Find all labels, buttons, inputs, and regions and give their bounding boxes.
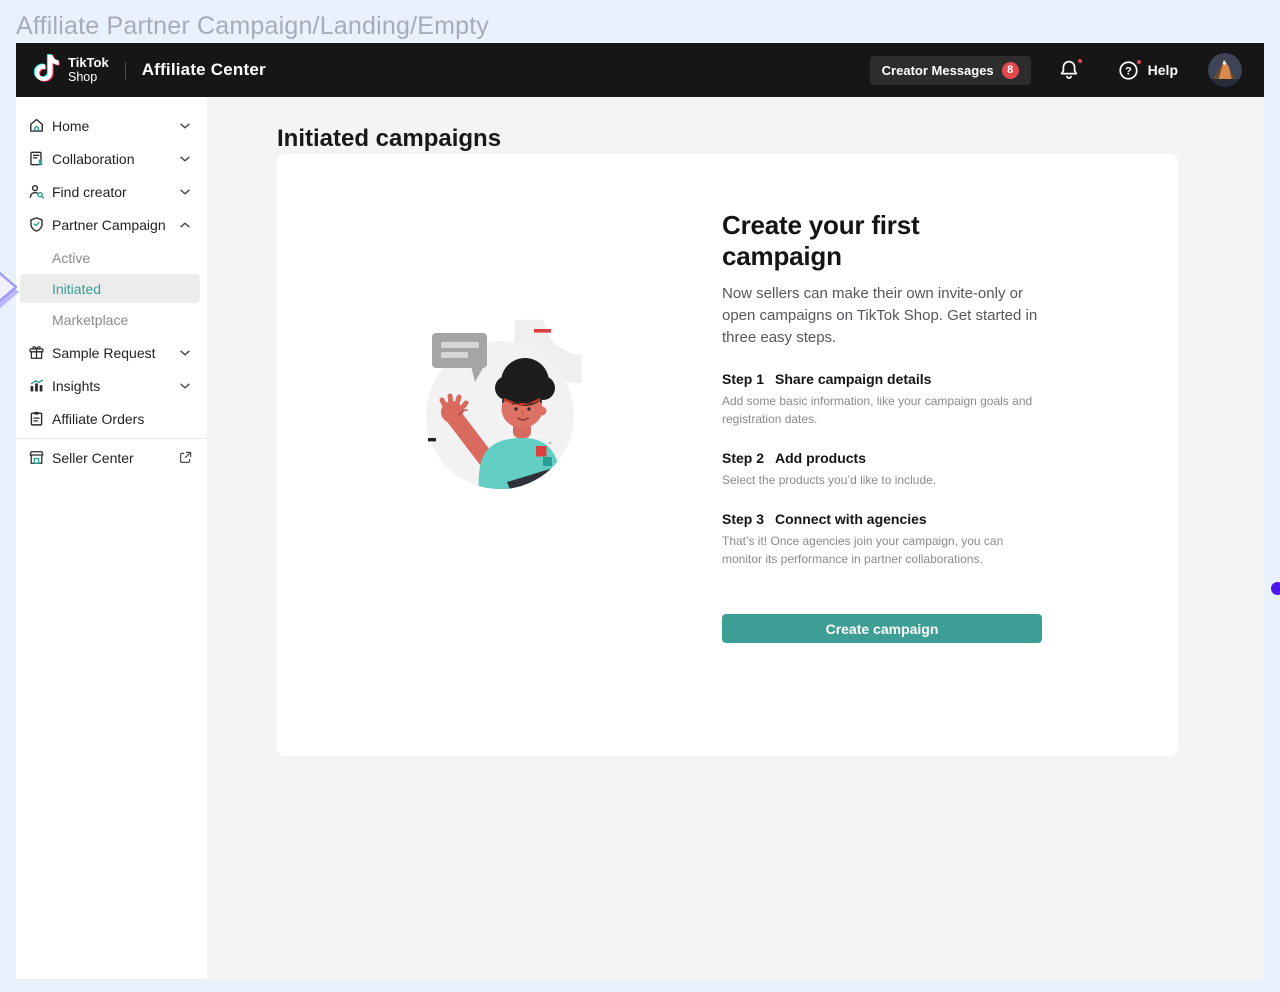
find-creator-icon bbox=[28, 183, 45, 200]
step-1-description: Add some basic information, like your ca… bbox=[722, 393, 1034, 428]
chevron-down-icon bbox=[177, 151, 193, 167]
help-dot bbox=[1135, 58, 1143, 66]
step-1: Step 1 Share campaign details Add some b… bbox=[722, 371, 1044, 428]
app-name: Affiliate Center bbox=[142, 60, 266, 80]
sidebar-nav: Home Collaboration Find creator bbox=[16, 97, 207, 979]
red-square-accent bbox=[536, 446, 547, 457]
canvas-frame-title: Affiliate Partner Campaign/Landing/Empty bbox=[16, 12, 489, 41]
clipboard-icon bbox=[28, 410, 45, 427]
tiktok-note-icon bbox=[34, 52, 61, 88]
insights-icon bbox=[28, 377, 45, 394]
empty-state-copy: Create your first campaign Now sellers c… bbox=[722, 210, 1044, 643]
step-2-label: Step 2 bbox=[722, 450, 764, 466]
red-dash-accent bbox=[534, 329, 551, 333]
step-3: Step 3 Connect with agencies That’s it! … bbox=[722, 511, 1044, 568]
external-link-icon bbox=[178, 450, 193, 465]
header-actions: Creator Messages 8 ? Help bbox=[870, 53, 1242, 87]
sidebar-subitem-marketplace[interactable]: Marketplace bbox=[20, 305, 200, 334]
top-header: TikTok Shop Affiliate Center Creator Mes… bbox=[16, 43, 1264, 97]
sidebar-item-affiliate-orders[interactable]: Affiliate Orders bbox=[16, 402, 207, 435]
page-title: Initiated campaigns bbox=[277, 125, 501, 153]
empty-state-title: Create your first campaign bbox=[722, 210, 1044, 272]
gift-icon bbox=[28, 344, 45, 361]
step-2-description: Select the products you’d like to includ… bbox=[722, 472, 1034, 489]
notifications-button[interactable] bbox=[1057, 58, 1081, 82]
canvas-cursor-arrow bbox=[0, 264, 22, 321]
step-3-description: That’s it! Once agencies join your campa… bbox=[722, 533, 1034, 568]
chevron-down-icon bbox=[177, 378, 193, 394]
sidebar-divider bbox=[16, 438, 207, 439]
sidebar-item-collaboration[interactable]: Collaboration bbox=[16, 142, 207, 175]
logo-wordmark: TikTok Shop bbox=[68, 56, 109, 85]
sidebar-item-find-creator[interactable]: Find creator bbox=[16, 175, 207, 208]
step-2-title: Add products bbox=[775, 450, 866, 466]
tiktok-shop-logo[interactable]: TikTok Shop bbox=[34, 52, 109, 88]
chevron-down-icon bbox=[177, 345, 193, 361]
app-window: TikTok Shop Affiliate Center Creator Mes… bbox=[16, 43, 1264, 979]
empty-state-card: Create your first campaign Now sellers c… bbox=[277, 154, 1178, 756]
empty-state-illustration bbox=[415, 312, 600, 495]
main-content: Initiated campaigns bbox=[207, 97, 1264, 979]
chevron-down-icon bbox=[177, 118, 193, 134]
collaboration-icon bbox=[28, 150, 45, 167]
sidebar-item-sample-request[interactable]: Sample Request bbox=[16, 336, 207, 369]
black-dash-accent bbox=[428, 438, 436, 441]
waving-person-illustration bbox=[415, 312, 600, 490]
sidebar-item-insights[interactable]: Insights bbox=[16, 369, 207, 402]
teal-square-accent bbox=[543, 457, 552, 466]
chevron-down-icon bbox=[177, 184, 193, 200]
user-avatar[interactable] bbox=[1208, 53, 1242, 87]
step-2: Step 2 Add products Select the products … bbox=[722, 450, 1044, 489]
step-3-label: Step 3 bbox=[722, 511, 764, 527]
help-button[interactable]: ? Help bbox=[1117, 59, 1178, 82]
messages-count-badge: 8 bbox=[1002, 62, 1019, 79]
home-icon bbox=[28, 117, 45, 134]
sidebar-item-partner-campaign[interactable]: Partner Campaign bbox=[16, 208, 207, 241]
create-campaign-button[interactable]: Create campaign bbox=[722, 614, 1042, 643]
step-1-title: Share campaign details bbox=[775, 371, 931, 387]
creator-messages-button[interactable]: Creator Messages 8 bbox=[870, 56, 1031, 85]
shield-icon bbox=[28, 216, 45, 233]
sidebar-subitem-active[interactable]: Active bbox=[20, 243, 200, 272]
header-divider bbox=[125, 62, 126, 79]
step-1-label: Step 1 bbox=[722, 371, 764, 387]
sidebar-subitem-initiated[interactable]: Initiated bbox=[20, 274, 200, 303]
avatar-mountain-photo bbox=[1208, 53, 1242, 87]
store-icon bbox=[28, 449, 45, 466]
chevron-up-icon bbox=[177, 217, 193, 233]
svg-text:?: ? bbox=[1125, 65, 1132, 77]
sidebar-item-seller-center[interactable]: Seller Center bbox=[16, 441, 207, 474]
steps-list: Step 1 Share campaign details Add some b… bbox=[722, 371, 1044, 568]
canvas-purple-dot bbox=[1271, 582, 1280, 595]
step-3-title: Connect with agencies bbox=[775, 511, 927, 527]
empty-state-description: Now sellers can make their own invite-on… bbox=[722, 283, 1044, 349]
notification-dot bbox=[1076, 57, 1084, 65]
sidebar-item-home[interactable]: Home bbox=[16, 109, 207, 142]
